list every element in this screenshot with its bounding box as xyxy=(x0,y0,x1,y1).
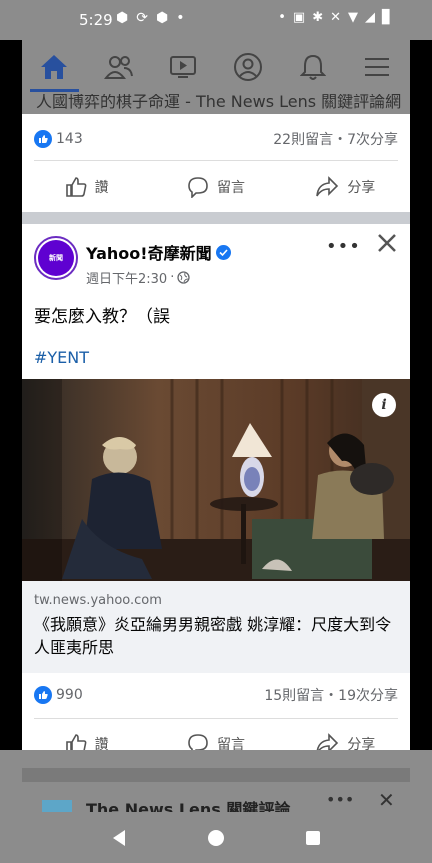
post-card: 新聞 Yahoo!奇摩新聞 週日下午2:30 · ••• 要怎麼入教？（誤 #Y… xyxy=(22,224,410,755)
right-gutter xyxy=(410,40,432,94)
friends-icon xyxy=(103,56,133,79)
close-icon[interactable] xyxy=(376,232,398,258)
previous-link-title: 人國博弈的棋子命運 - The News Lens 關鍵評論網 xyxy=(36,94,402,111)
tab-menu[interactable] xyxy=(345,40,410,94)
comment-button[interactable]: 留言 xyxy=(151,167,280,207)
more-options-icon[interactable]: ••• xyxy=(326,790,354,809)
hashtag-link[interactable]: #YENT xyxy=(34,348,89,367)
android-icon: ⬢ xyxy=(116,10,129,26)
like-count: 990 xyxy=(56,687,83,703)
status-time: 5:29 xyxy=(79,11,113,29)
tab-home[interactable] xyxy=(22,40,87,94)
tab-profile[interactable] xyxy=(216,40,281,94)
cast-icon: ▣ xyxy=(292,10,306,25)
no-signal-icon: ◢ xyxy=(365,10,375,25)
link-preview-image[interactable]: i xyxy=(22,379,410,581)
mute-icon: ✕ xyxy=(330,10,341,25)
reactions-row: 143 22則留言・7次分享 xyxy=(34,128,398,150)
feed-separator xyxy=(22,212,410,224)
reactions-row: 990 15則留言・19次分享 xyxy=(34,684,398,706)
thumbs-up-icon xyxy=(65,177,87,197)
profile-icon xyxy=(234,53,263,81)
share-icon xyxy=(316,176,339,197)
comment-share-stats[interactable]: 15則留言・19次分享 xyxy=(264,685,398,705)
info-icon[interactable]: i xyxy=(372,393,396,417)
avatar[interactable]: 新聞 xyxy=(34,236,78,280)
divider xyxy=(34,718,398,719)
like-label: 讚 xyxy=(94,180,109,196)
status-bar: 5:29 ⬢ ⟳ ⬢ • • ▣ ✱ ✕ ▼ ◢ ▊ xyxy=(0,0,432,40)
like-summary[interactable]: 143 xyxy=(34,130,83,148)
link-preview[interactable]: tw.news.yahoo.com 《我願意》炎亞綸男男親密戲 姚淳耀：尺度大到… xyxy=(22,581,410,673)
more-options-icon[interactable]: ••• xyxy=(326,236,361,257)
wifi-icon: ▼ xyxy=(348,10,358,25)
next-post-page-name[interactable]: The News Lens 關鍵評論 xyxy=(86,796,290,812)
link-title: 《我願意》炎亞綸男男親密戲 姚淳耀：尺度大到令人匪夷所思 xyxy=(34,615,392,657)
bluetooth-icon: ✱ xyxy=(312,10,324,25)
status-left-icons: ⬢ ⟳ ⬢ • xyxy=(116,10,184,26)
home-button-icon[interactable] xyxy=(206,828,226,848)
link-domain: tw.news.yahoo.com xyxy=(34,593,162,608)
android-icon: ⬢ xyxy=(155,10,169,26)
page-name[interactable]: Yahoo!奇摩新聞 xyxy=(86,240,212,264)
battery-icon: ▊ xyxy=(382,10,392,25)
menu-icon xyxy=(365,58,390,76)
action-bar: 讚 留言 分享 xyxy=(22,167,410,207)
tab-notifications[interactable] xyxy=(280,40,345,94)
screen: 5:29 ⬢ ⟳ ⬢ • • ▣ ✱ ✕ ▼ ◢ ▊ 人國博弈的棋子命運 - T… xyxy=(0,0,432,863)
dot-icon: • xyxy=(278,10,286,25)
bell-icon xyxy=(299,54,326,80)
home-icon xyxy=(41,55,68,79)
divider xyxy=(34,160,398,161)
post-header: Yahoo!奇摩新聞 xyxy=(86,240,231,264)
previous-post-link[interactable]: 人國博弈的棋子命運 - The News Lens 關鍵評論網 xyxy=(22,94,410,114)
next-post-card: The News Lens 關鍵評論 ••• ✕ xyxy=(22,782,410,812)
like-badge-icon xyxy=(34,686,52,704)
post-time[interactable]: 週日下午2:30 xyxy=(86,268,167,287)
comment-share-stats[interactable]: 22則留言・7次分享 xyxy=(273,129,398,149)
back-icon[interactable] xyxy=(110,828,128,848)
globe-icon xyxy=(177,271,190,284)
left-gutter xyxy=(0,40,22,94)
status-right-icons: • ▣ ✱ ✕ ▼ ◢ ▊ xyxy=(278,10,392,25)
like-badge-icon xyxy=(34,130,52,148)
watch-icon xyxy=(170,56,197,78)
sync-icon: ⟳ xyxy=(136,10,148,26)
comment-label: 留言 xyxy=(216,180,245,196)
system-nav-bar xyxy=(0,812,432,863)
like-count: 143 xyxy=(56,131,83,147)
post-meta: 週日下午2:30 · xyxy=(86,268,190,287)
share-button[interactable]: 分享 xyxy=(281,167,410,207)
recents-icon[interactable] xyxy=(304,829,322,847)
share-label: 分享 xyxy=(347,180,376,196)
tab-watch[interactable] xyxy=(151,40,216,94)
like-button[interactable]: 讚 xyxy=(22,167,151,207)
close-icon[interactable]: ✕ xyxy=(378,788,395,812)
post-body: 要怎麼入教？（誤 xyxy=(34,307,170,327)
tab-friends[interactable] xyxy=(87,40,152,94)
feed-separator xyxy=(22,768,410,782)
avatar-logo: 新聞 xyxy=(38,240,74,276)
like-summary[interactable]: 990 xyxy=(34,686,83,704)
meta-dot: · xyxy=(170,270,175,285)
next-post-avatar[interactable] xyxy=(42,800,72,812)
verified-icon xyxy=(215,244,231,260)
previous-post-footer: 143 22則留言・7次分享 讚 留言 分享 xyxy=(22,114,410,212)
top-nav xyxy=(22,40,410,94)
dot-icon: • xyxy=(176,10,185,26)
comment-icon xyxy=(188,177,208,198)
scene-illustration xyxy=(22,379,410,581)
